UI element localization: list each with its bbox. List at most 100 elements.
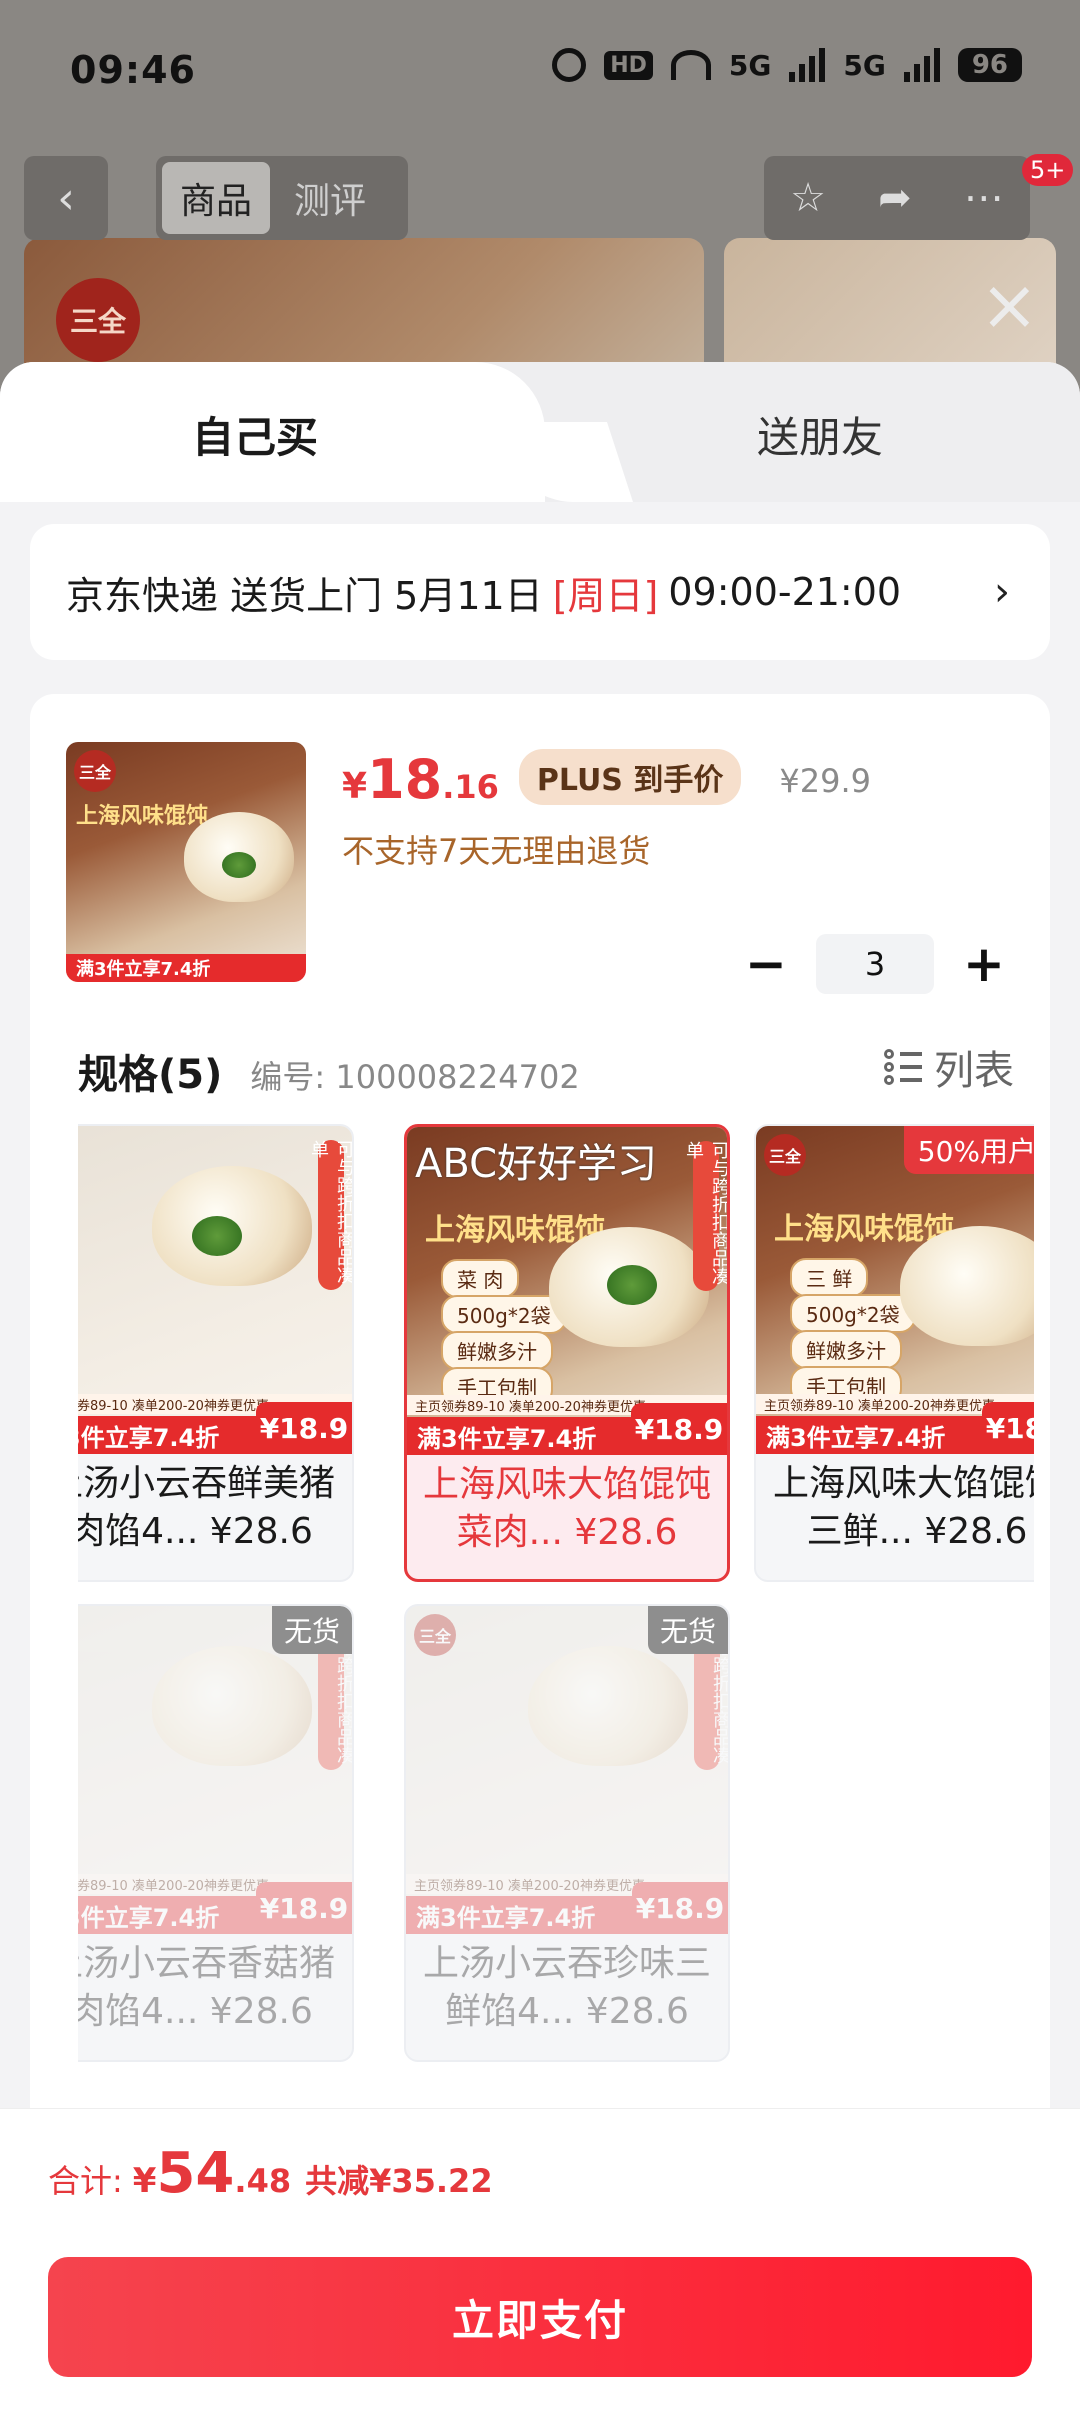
signal-icon-2 <box>903 48 940 82</box>
sku-option-selected[interactable]: 上海风味馄饨 菜 肉 500g*2袋 鲜嫩多汁 手工包制 可与跨折扣商品凑单 主… <box>404 1124 730 1582</box>
background-product-page: 三全 09:46 HD 5G 5G 96 ‹ 商品 测评 ☆ ➦ ⋯ 5+ × <box>0 0 1080 420</box>
sku-name: 上海风味大馅馄饨菜肉... ¥28.6 <box>422 1464 711 1553</box>
list-view-toggle[interactable]: 列表 <box>884 1038 1014 1096</box>
img-promo-strip: 满3件立享7.4折 ¥18.9 <box>78 1402 352 1454</box>
sku-option-out-of-stock[interactable]: 可与跨折扣商品凑单 主页领券89-10 凑单200-20神券更优惠 满3件立享7… <box>78 1604 354 2062</box>
purchase-sheet: 自己买 送朋友 京东快递 送货上门 5月11日 [周日] 09:00-21:00… <box>0 362 1080 2412</box>
price-row: ¥ 18 .16 PLUS 到手价 ¥29.9 <box>342 748 871 813</box>
sku-name: 上汤小云吞珍味三鲜馅4... ¥28.6 <box>422 1943 711 2032</box>
network-5g-label: 5G <box>728 48 772 82</box>
img-chip: 菜 肉 <box>441 1259 520 1298</box>
battery-icon: 96 <box>957 48 1022 82</box>
img-chip: 三 鲜 <box>790 1258 869 1297</box>
hd-icon: HD <box>604 50 653 80</box>
img-promo-strip: 满3件立享7.4折 ¥18.9 <box>407 1403 727 1455</box>
tab-send-to-friend[interactable]: 送朋友 <box>600 404 1040 465</box>
sku-image: 三全 可与跨折扣商品凑单 主页领券89-10 凑单200-20神券更优惠 满3件… <box>406 1606 728 1934</box>
img-chip: 鲜嫩多汁 <box>790 1330 902 1369</box>
quantity-stepper: − 3 + <box>736 934 1014 994</box>
sku-image: 可与跨折扣商品凑单 主页领券89-10 凑单200-20神券更优惠 满3件立享7… <box>78 1126 352 1454</box>
total-label: 合计: <box>48 2162 123 2200</box>
alarm-icon <box>552 48 587 82</box>
share-icon[interactable]: ➦ <box>878 175 912 221</box>
total-currency: ¥ <box>132 2161 157 2201</box>
increase-button[interactable]: + <box>954 934 1014 994</box>
chevron-left-icon: ‹ <box>57 172 75 224</box>
network-5g-label-2: 5G <box>843 48 886 82</box>
currency-symbol: ¥ <box>342 766 368 807</box>
img-strip-text: 满3件立享7.4折 <box>78 1903 220 1932</box>
spec-title: 规格(5) <box>78 1052 223 1098</box>
out-of-stock-tag: 无货 <box>647 1606 728 1654</box>
img-strip-price: ¥18.9 <box>632 1882 728 1934</box>
spec-header: 规格(5) 编号: 100008224702 <box>78 1042 580 1100</box>
sku-overlay-text: ABC好好学习 <box>415 1141 658 1187</box>
total-discount: 共减¥35.22 <box>305 2162 493 2200</box>
more-icon[interactable]: ⋯ <box>964 175 1004 221</box>
pay-now-button[interactable]: 立即支付 <box>48 2257 1032 2377</box>
tab-review[interactable]: 测评 <box>276 162 384 234</box>
total-row: 合计: ¥ 54 .48 共减¥35.22 <box>48 2141 493 2206</box>
img-strip-text: 满3件立享7.4折 <box>416 1903 596 1932</box>
close-icon[interactable]: × <box>980 270 1039 340</box>
back-button[interactable]: ‹ <box>24 156 108 240</box>
list-icon <box>884 1049 922 1085</box>
quantity-value[interactable]: 3 <box>816 934 934 994</box>
img-promo-strip: 满3件立享7.4折 ¥18.9 <box>78 1882 352 1934</box>
sku-option[interactable]: 三全 上海风味馄饨 三 鲜 500g*2袋 鲜嫩多汁 手工包制 主页领券89-1… <box>754 1124 1034 1582</box>
total-decimal: .48 <box>234 2162 292 2200</box>
img-vertical-tag: 可与跨折扣商品凑单 <box>308 1140 352 1290</box>
img-vertical-tag: 可与跨折扣商品凑单 <box>683 1141 727 1291</box>
tab-product[interactable]: 商品 <box>162 162 271 234</box>
checkout-bar: 合计: ¥ 54 .48 共减¥35.22 立即支付 <box>0 2108 1080 2412</box>
img-strip-text: 满3件立享7.4折 <box>78 1423 220 1452</box>
status-bar: 09:46 HD 5G 5G 96 <box>0 0 1080 140</box>
sku-option-out-of-stock[interactable]: 三全 可与跨折扣商品凑单 主页领券89-10 凑单200-20神券更优惠 满3件… <box>404 1604 730 2062</box>
sku-grid: 可与跨折扣商品凑单 主页领券89-10 凑单200-20神券更优惠 满3件立享7… <box>78 1124 1034 2084</box>
delivery-weekday: [周日] <box>552 573 659 618</box>
img-promo-strip: 满3件立享7.4折 ¥18.9 <box>756 1402 1034 1454</box>
price-integer: 18 <box>367 748 443 811</box>
img-strip-text: 满3件立享7.4折 <box>766 1423 946 1452</box>
popular-choice-badge: 50%用户选 <box>903 1126 1034 1174</box>
brand-logo-icon: 三全 <box>74 750 116 792</box>
status-icons: HD 5G 5G 96 <box>552 48 1022 82</box>
original-price: ¥29.9 <box>779 762 871 800</box>
list-view-label: 列表 <box>934 1048 1014 1094</box>
wifi-icon <box>670 50 711 80</box>
product-thumbnail: 三全 上海风味馄饨 满3件立享7.4折 <box>66 742 306 982</box>
sku-image: 三全 上海风味馄饨 三 鲜 500g*2袋 鲜嫩多汁 手工包制 主页领券89-1… <box>756 1126 1034 1454</box>
star-icon[interactable]: ☆ <box>790 175 826 221</box>
status-time: 09:46 <box>70 48 196 92</box>
img-chip: 鲜嫩多汁 <box>441 1331 553 1370</box>
return-policy-note: 不支持7天无理由退货 <box>342 832 651 870</box>
img-promo-strip: 满3件立享7.4折 <box>66 954 306 982</box>
out-of-stock-tag: 无货 <box>271 1606 352 1654</box>
img-chip: 500g*2袋 <box>441 1295 567 1334</box>
signal-icon <box>789 48 826 82</box>
page-tabs: 商品 测评 <box>156 156 408 240</box>
delivery-time-window: 09:00-21:00 <box>668 570 902 614</box>
img-strip-text: 满3件立享7.4折 <box>417 1424 597 1453</box>
product-code: 编号: 100008224702 <box>250 1058 580 1096</box>
sku-name: 上汤小云吞鲜美猪肉馅4... ¥28.6 <box>78 1463 335 1552</box>
total-integer: 54 <box>156 2141 235 2206</box>
decrease-button[interactable]: − <box>736 934 796 994</box>
img-promo-strip: 满3件立享7.4折 ¥18.9 <box>406 1882 728 1934</box>
delivery-info[interactable]: 京东快递 送货上门 5月11日 [周日] 09:00-21:00 › <box>30 524 1050 660</box>
price-decimal: .16 <box>442 768 499 806</box>
chevron-right-icon: › <box>994 569 1010 615</box>
plus-price-badge: PLUS 到手价 <box>518 749 742 805</box>
img-strip-price: ¥18.9 <box>256 1402 352 1454</box>
tab-buy-for-self[interactable]: 自己买 <box>0 404 510 465</box>
img-strip-price: ¥18.9 <box>982 1402 1034 1454</box>
sku-option[interactable]: 可与跨折扣商品凑单 主页领券89-10 凑单200-20神券更优惠 满3件立享7… <box>78 1124 354 1582</box>
purchase-tabs: 自己买 送朋友 <box>0 362 1080 502</box>
img-headline: 上海风味馄饨 <box>76 804 209 829</box>
img-chip: 500g*2袋 <box>790 1294 916 1333</box>
message-badge: 5+ <box>1022 154 1074 186</box>
img-strip-price: ¥18.9 <box>256 1882 352 1934</box>
sku-image: 可与跨折扣商品凑单 主页领券89-10 凑单200-20神券更优惠 满3件立享7… <box>78 1606 352 1934</box>
top-actions: ☆ ➦ ⋯ <box>764 156 1030 240</box>
sku-name: 上海风味大馅馄饨三鲜... ¥28.6 <box>772 1463 1034 1552</box>
